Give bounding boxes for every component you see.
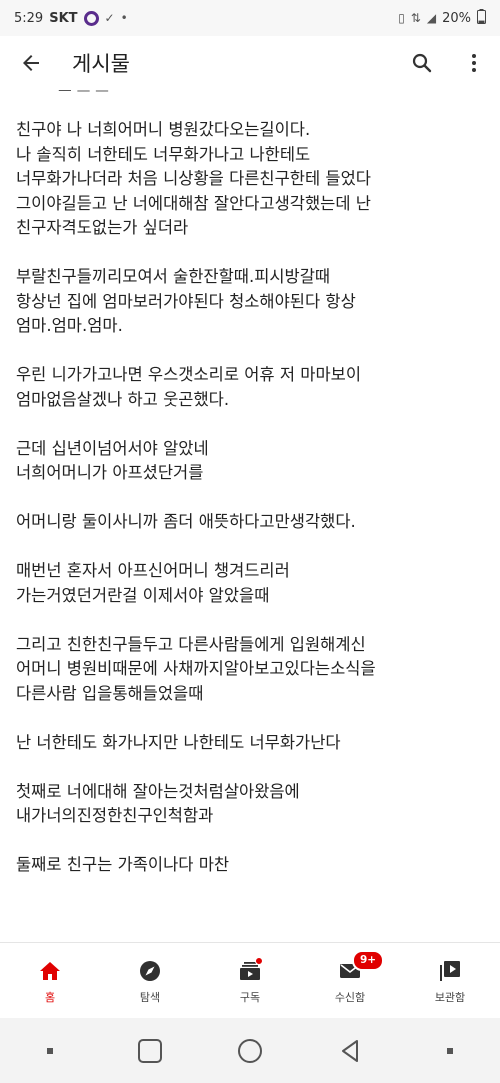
status-time: 5:29 <box>14 10 44 26</box>
arrow-left-icon <box>23 55 39 71</box>
recent-apps-icon <box>138 1038 162 1063</box>
battery-text: 20% <box>442 10 471 26</box>
assist-dot-button[interactable] <box>420 1026 480 1076</box>
post-paragraph: 근데 십년이넘어서야 알았네너희어머니가 아프셨단거를 <box>16 437 486 486</box>
check-notification-icon: ✓ <box>104 11 115 25</box>
post-line: 너희어머니가 아프셨단거를 <box>16 463 204 482</box>
post-paragraph: 친구야 나 너희어머니 병원갔다오는길이다. 나 솔직히 너한테도 너무화가나고 … <box>16 118 486 241</box>
more-options-button[interactable] <box>448 36 500 90</box>
search-button[interactable] <box>396 36 448 90</box>
post-paragraph: 부랄친구들끼리모여서 술한잔할때.피시방갈때항상넌 집에 엄마보러가야된다 청소… <box>16 265 486 339</box>
post-line: 친구자격도없는가 싶더라 <box>16 218 189 237</box>
post-line: 첫째로 너에대해 잘아는것처럼살아왔음에 <box>16 781 300 801</box>
nav-inbox-label: 수신함 <box>334 990 366 1004</box>
status-left: 5:29 SKT ✓ • <box>14 10 128 26</box>
post-paragraph: 둘째로 친구는 가족이나다 마찬 <box>16 853 486 878</box>
post-line: 다른사람 입을통해들었을때 <box>16 683 204 703</box>
post-line: 어머니 병원비때문에 사채까지알아보고있다는소식을 <box>16 659 376 678</box>
explore-icon <box>140 960 160 981</box>
system-back-button[interactable] <box>320 1026 380 1076</box>
nav-explore-label: 탐색 <box>139 990 161 1004</box>
recent-apps-button[interactable] <box>120 1026 180 1076</box>
carrier-logo-icon <box>83 10 99 26</box>
nav-explore[interactable]: 탐색 <box>100 943 200 1018</box>
nav-home[interactable]: 홈 <box>0 943 100 1018</box>
small-square-icon <box>47 1047 53 1054</box>
post-line: 너무화가나더라 처음 니상황을 다른친구한테 들었다 <box>16 169 371 188</box>
post-line: 항상넌 집에 엄마보러가야된다 청소해야된다 항상 <box>16 291 356 311</box>
post-paragraph: 첫째로 너에대해 잘아는것처럼살아왔음에내가너의진정한친구인척함과 <box>16 780 486 829</box>
post-line: 친구야 나 너희어머니 병원갔다오는길이다. <box>16 120 311 139</box>
post-paragraph: 난 너한테도 화가나지만 나한테도 너무화가난다 <box>16 731 486 756</box>
post-body: 친구야 나 너희어머니 병원갔다오는길이다. 나 솔직히 너한테도 너무화가나고 … <box>16 118 486 902</box>
post-line: 우린 니가가고나면 우스갯소리로 어휴 저 마마보이 <box>16 365 362 384</box>
small-square-icon <box>447 1047 453 1054</box>
post-paragraph: 매번넌 혼자서 아프신어머니 챙겨드리러가는거였던거란걸 이제서야 알았을때 <box>16 559 486 608</box>
more-vert-icon <box>472 54 476 72</box>
nav-subscriptions-label: 구독 <box>239 990 261 1004</box>
nav-subscriptions[interactable]: 구독 <box>200 943 300 1018</box>
new-content-dot <box>255 956 263 965</box>
search-icon <box>412 53 432 73</box>
clipped-text: ㅡ ᅳ ᅳ <box>58 90 109 100</box>
library-icon <box>440 960 460 981</box>
circle-home-icon <box>238 1038 262 1063</box>
triangle-back-icon <box>342 1039 358 1062</box>
status-carrier: SKT <box>49 10 78 26</box>
post-line: 부랄친구들끼리모여서 술한잔할때.피시방갈때 <box>16 267 331 286</box>
post-line: 그이야길듣고 난 너에대해참 잘안다고생각했는데 난 <box>16 193 371 213</box>
nav-library[interactable]: 보관함 <box>400 943 500 1018</box>
system-nav-bar <box>0 1018 500 1083</box>
app-actions <box>396 36 500 90</box>
battery-icon <box>477 8 486 28</box>
dot-icon: • <box>120 11 128 25</box>
post-line: 근데 십년이넘어서야 알았네 <box>16 438 209 458</box>
post-line: 내가너의진정한친구인척함과 <box>16 806 214 825</box>
post-line: 엄마.엄마.엄마. <box>16 316 123 335</box>
post-line: 나 솔직히 너한테도 너무화가나고 나한테도 <box>16 144 311 164</box>
post-paragraph: 그리고 친한친구들두고 다른사람들에게 입원해계신어머니 병원비때문에 사채까지… <box>16 633 486 707</box>
nav-home-label: 홈 <box>44 990 56 1004</box>
recent-dot-button[interactable] <box>20 1026 80 1076</box>
data-network-icon: ⇅ <box>410 11 421 25</box>
post-line: 그리고 친한친구들두고 다른사람들에게 입원해계신 <box>16 634 366 654</box>
post-paragraph: 어머니랑 둘이사니까 좀더 애뜻하다고만생각했다. <box>16 510 486 535</box>
app-bar: 게시물 <box>0 36 500 90</box>
post-line: 난 너한테도 화가나지만 나한테도 너무화가난다 <box>16 732 341 752</box>
post-content[interactable]: ㅡ ᅳ ᅳ 친구야 나 너희어머니 병원갔다오는길이다. 나 솔직히 너한테도 너… <box>0 90 500 942</box>
scroll-fade <box>0 918 500 942</box>
post-line: 매번넌 혼자서 아프신어머니 챙겨드리러 <box>16 561 290 580</box>
home-icon <box>40 961 60 980</box>
status-right: ▯ ⇅ ◢ 20% <box>398 8 486 28</box>
post-line: 어머니랑 둘이사니까 좀더 애뜻하다고만생각했다. <box>16 512 356 531</box>
post-line: 가는거였던거란걸 이제서야 알았을때 <box>16 585 270 605</box>
status-bar: 5:29 SKT ✓ • ▯ ⇅ ◢ 20% <box>0 0 500 36</box>
bottom-nav: 홈 탐색 구독 9+ 수신함 보관함 <box>0 942 500 1018</box>
page-title: 게시물 <box>72 52 130 76</box>
vibrate-icon: ▯ <box>398 11 405 25</box>
nav-inbox[interactable]: 9+ 수신함 <box>300 943 400 1018</box>
nav-library-label: 보관함 <box>434 990 466 1004</box>
post-line: 엄마없음살겠나 하고 웃곤했다. <box>16 389 230 409</box>
back-button[interactable] <box>0 36 62 90</box>
inbox-badge: 9+ <box>352 949 385 971</box>
home-system-button[interactable] <box>220 1026 280 1076</box>
signal-icon: ◢ <box>426 11 437 25</box>
post-paragraph: 우린 니가가고나면 우스갯소리로 어휴 저 마마보이엄마없음살겠나 하고 웃곤했… <box>16 363 486 412</box>
post-line: 둘째로 친구는 가족이나다 마찬 <box>16 855 230 874</box>
